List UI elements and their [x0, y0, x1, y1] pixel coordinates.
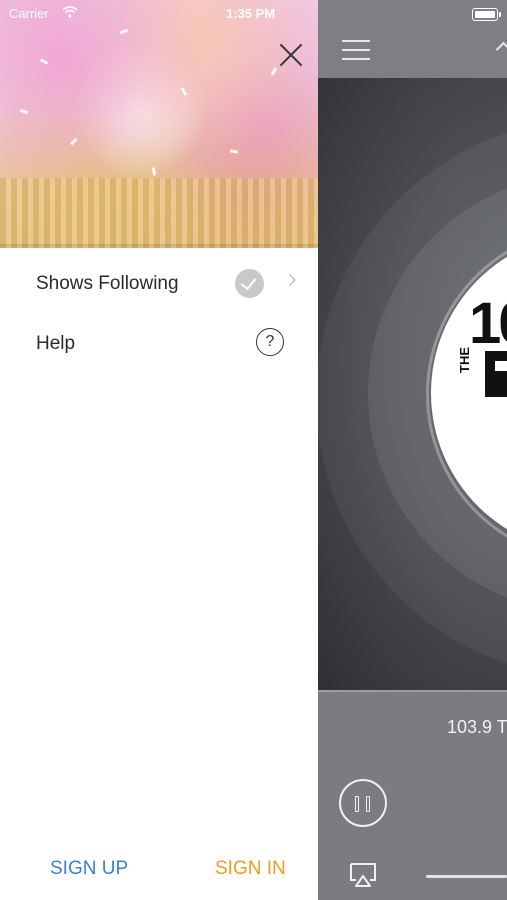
station-artwork: 10 THE: [318, 78, 507, 690]
airplay-icon[interactable]: [348, 862, 378, 888]
logo-the: THE: [457, 347, 472, 373]
chevron-right-icon: [284, 274, 296, 286]
battery-tip: [499, 12, 501, 17]
sign-in-button[interactable]: SIGN IN: [215, 858, 286, 880]
logo-letter-block: [485, 351, 507, 397]
player-divider: [318, 690, 507, 692]
close-icon[interactable]: [276, 40, 306, 70]
status-time: 1:35 PM: [226, 6, 276, 21]
pause-icon-bar: [366, 796, 370, 812]
menu-item-help[interactable]: Help ?: [0, 316, 318, 372]
battery-icon: [472, 8, 498, 21]
menu-item-shows-following[interactable]: Shows Following: [0, 256, 318, 312]
menu-item-label: Shows Following: [36, 273, 179, 294]
menu-item-label: Help: [36, 333, 76, 354]
sign-up-button[interactable]: SIGN UP: [50, 858, 128, 880]
logo-number: 10: [469, 291, 507, 356]
wifi-icon: [62, 6, 78, 18]
header-shadow: [0, 244, 318, 250]
share-icon[interactable]: [495, 41, 507, 58]
pause-icon-bar: [355, 796, 359, 812]
side-drawer: Carrier 1:35 PM Shows Following Help ? S…: [0, 0, 318, 900]
drawer-header-image: Carrier 1:35 PM: [0, 0, 318, 248]
pause-button[interactable]: [339, 779, 387, 827]
volume-slider[interactable]: [426, 875, 507, 878]
question-circle-icon: ?: [256, 328, 284, 356]
hamburger-menu-icon[interactable]: [342, 40, 370, 62]
status-carrier: Carrier: [9, 6, 49, 21]
player-topbar: [318, 0, 507, 78]
player-screen: 10 THE 103.9 T: [318, 0, 507, 900]
station-label: 103.9 T: [447, 717, 507, 737]
crowd-image: [0, 178, 318, 248]
check-circle-icon: [235, 269, 264, 298]
